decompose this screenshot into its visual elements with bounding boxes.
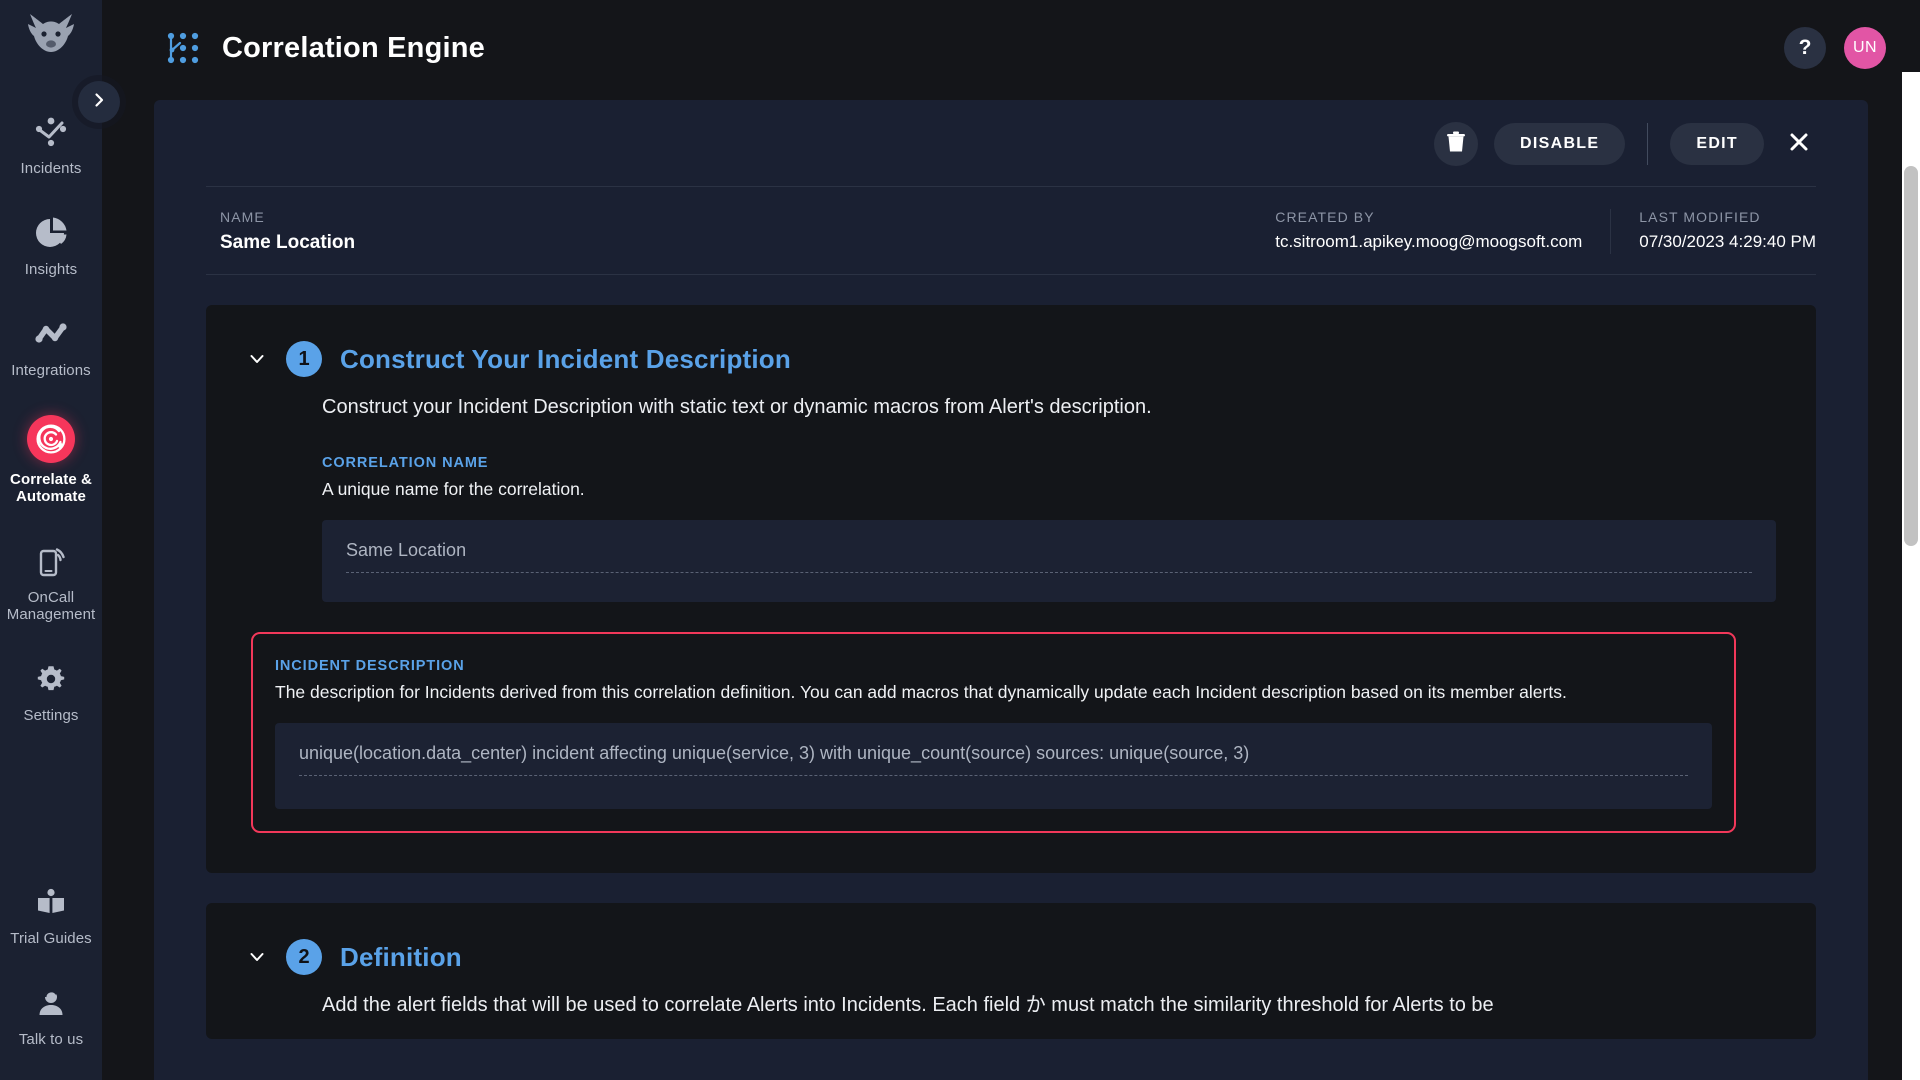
step-card-1: 1 Construct Your Incident Description Co…: [206, 305, 1816, 873]
meta-created-by-value: tc.sitroom1.apikey.moog@moogsoft.com: [1275, 232, 1583, 251]
incident-description-input[interactable]: unique(location.data_center) incident af…: [275, 723, 1712, 809]
field-value: Same Location: [346, 540, 1752, 573]
meta-name-value: Same Location: [220, 232, 356, 253]
sidebar-item-label: Incidents: [20, 160, 82, 177]
sidebar-item-label: Settings: [23, 707, 79, 724]
meta-last-modified-label: LAST MODIFIED: [1639, 209, 1761, 225]
step-2-header[interactable]: 2 Definition: [246, 939, 1776, 975]
sidebar-item-oncall-management[interactable]: OnCall Management: [0, 531, 102, 633]
gear-icon: [31, 659, 71, 699]
step-number-badge: 1: [286, 341, 322, 377]
vertical-scrollbar-thumb[interactable]: [1904, 166, 1918, 546]
sidebar-item-label: Trial Guides: [10, 930, 92, 947]
step-subtitle: Construct your Incident Description with…: [322, 396, 1152, 418]
field-incident-description: INCIDENT DESCRIPTION The description for…: [275, 658, 1712, 809]
vertical-scrollbar-track[interactable]: [1902, 72, 1920, 1080]
edit-button[interactable]: EDIT: [1670, 123, 1764, 165]
sidebar-item-label: Talk to us: [18, 1031, 84, 1048]
meta-created-by: CREATED BY tc.sitroom1.apikey.moog@moogs…: [1261, 209, 1610, 254]
app-header: Correlation Engine ? UN: [102, 0, 1920, 96]
sidebar-item-talk-to-us[interactable]: Talk to us: [0, 973, 102, 1058]
app-root: Incidents Insights Integrations Correlat…: [0, 0, 1920, 1080]
chevron-down-icon[interactable]: [246, 348, 268, 370]
sidebar-item-label: Insights: [24, 261, 78, 278]
field-incident-description-highlighted: INCIDENT DESCRIPTION The description for…: [251, 632, 1736, 833]
meta-last-modified-value: 07/30/2023 4:29:40 PM: [1639, 232, 1816, 251]
field-label: INCIDENT DESCRIPTION: [275, 658, 465, 674]
metadata-row: NAME Same Location CREATED BY tc.sitroom…: [206, 186, 1816, 275]
step-title: Definition: [340, 941, 462, 972]
panel-toolbar: DISABLE EDIT: [154, 100, 1868, 186]
field-help-text: The description for Incidents derived fr…: [275, 682, 1567, 702]
field-correlation-name: CORRELATION NAME A unique name for the c…: [322, 455, 1776, 602]
trash-icon: [1446, 131, 1466, 158]
sidebar-item-label: Correlate & Automate: [10, 471, 92, 505]
step-title: Construct Your Incident Description: [340, 343, 791, 374]
step-card-2: 2 Definition Add the alert fields that w…: [206, 903, 1816, 1039]
sidebar-item-label: Integrations: [11, 362, 91, 379]
sidebar-item-label: OnCall Management: [6, 589, 96, 623]
integrations-nodes-icon: [31, 314, 71, 354]
meta-name: NAME Same Location: [206, 209, 355, 254]
main-content: Correlation Engine ? UN DISABLE EDIT NAM…: [102, 0, 1920, 1080]
disable-button[interactable]: DISABLE: [1494, 123, 1626, 165]
field-help-text: A unique name for the correlation.: [322, 479, 585, 499]
help-button[interactable]: ?: [1784, 27, 1826, 69]
question-mark-icon: ?: [1798, 36, 1812, 59]
close-x-icon: [1789, 131, 1809, 158]
step-number-badge: 2: [286, 939, 322, 975]
sidebar-collapse-button[interactable]: [78, 81, 120, 123]
pie-chart-icon: [31, 213, 71, 253]
radar-target-icon: [27, 415, 75, 463]
page-title: Correlation Engine: [222, 31, 486, 64]
delete-button[interactable]: [1434, 122, 1479, 166]
chevron-down-icon[interactable]: [246, 946, 268, 968]
correlation-nodes-icon: [166, 31, 200, 65]
correlation-detail-panel: DISABLE EDIT NAME Same Location CREATED …: [154, 100, 1868, 1080]
support-agent-icon: [31, 983, 71, 1023]
step-subtitle: Add the alert fields that will be used t…: [322, 994, 1494, 1016]
sidebar-item-trial-guides[interactable]: Trial Guides: [0, 872, 102, 957]
meta-name-label: NAME: [220, 209, 265, 225]
avatar-initials: UN: [1852, 39, 1878, 56]
header-actions: ? UN: [1784, 27, 1886, 69]
sidebar-item-correlate-automate[interactable]: Correlate & Automate: [0, 405, 102, 515]
meta-last-modified: LAST MODIFIED 07/30/2023 4:29:40 PM: [1610, 209, 1816, 254]
incidents-scatter-icon: [31, 112, 71, 152]
sidebar-item-integrations[interactable]: Integrations: [0, 304, 102, 389]
sidebar-item-insights[interactable]: Insights: [0, 203, 102, 288]
toolbar-divider: [1647, 123, 1649, 165]
chevron-right-icon: [91, 92, 107, 113]
open-book-icon: [31, 882, 71, 922]
close-button[interactable]: [1782, 127, 1816, 161]
avatar[interactable]: UN: [1844, 27, 1886, 69]
field-value: unique(location.data_center) incident af…: [299, 743, 1688, 776]
bull-head-logo[interactable]: [23, 10, 79, 56]
field-label: CORRELATION NAME: [322, 455, 489, 471]
mobile-signal-icon: [31, 541, 71, 581]
sidebar-item-settings[interactable]: Settings: [0, 649, 102, 734]
main-sidebar: Incidents Insights Integrations Correlat…: [0, 0, 102, 1080]
meta-created-by-label: CREATED BY: [1275, 209, 1375, 225]
correlation-name-input[interactable]: Same Location: [322, 520, 1776, 602]
step-1-header[interactable]: 1 Construct Your Incident Description: [246, 341, 1776, 377]
